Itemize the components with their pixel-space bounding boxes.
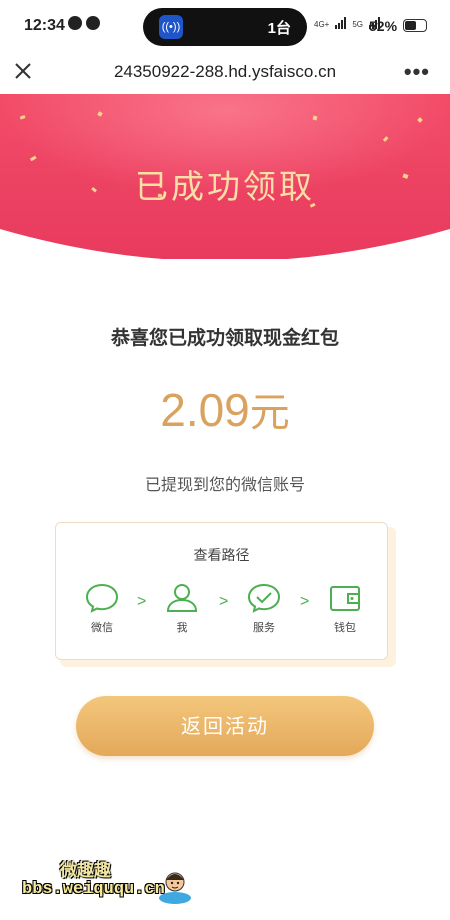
return-to-activity-button[interactable]: 返回活动 (76, 696, 374, 756)
step-me: 我 (156, 583, 208, 635)
signal-bars-1-icon (335, 17, 347, 29)
status-time: 12:34 (24, 17, 65, 34)
battery-icon (403, 19, 427, 32)
wechat-icon (68, 16, 82, 30)
withdrawn-note: 已提现到您的微信账号 (144, 475, 305, 494)
amount-unit: 元 (249, 390, 290, 436)
hero-banner: 已成功领取 (0, 94, 450, 259)
chevron-right-icon: > (137, 593, 147, 610)
path-card-title: 查看路径 (193, 548, 250, 564)
step-label: 微信 (91, 621, 113, 634)
mascot-icon (159, 872, 191, 904)
watermark-url: bbs.weiququ.cn (22, 880, 165, 899)
chat-bubble-icon (85, 583, 119, 613)
wallet-icon (330, 586, 360, 611)
nfc-icon: ((•)) (159, 15, 183, 39)
dynamic-island: ((•)) 1台 (143, 8, 307, 46)
red-packet-amount: 2.09元 (0, 380, 450, 438)
chevron-right-icon: > (219, 593, 229, 610)
weibo-icon (86, 16, 100, 30)
page-url: 24350922-288.hd.ysfaisco.cn (113, 62, 337, 81)
more-options-icon[interactable]: ••• (404, 59, 430, 85)
hero-title: 已成功领取 (135, 167, 315, 206)
watermark-title: 微趣趣 (60, 861, 111, 881)
status-bar: 12:34 ((•)) 1台 4G+ 5G 52% (0, 0, 450, 52)
battery-percent: 52% (369, 18, 398, 34)
step-wallet: 钱包 (319, 583, 371, 635)
congrats-message: 恭喜您已成功领取现金红包 (110, 327, 339, 349)
island-label: 1台 (267, 20, 291, 37)
network-type-1: 4G+ (314, 20, 330, 29)
step-services: 服务 (238, 583, 290, 635)
check-bubble-icon (247, 583, 281, 613)
step-label: 我 (176, 621, 188, 634)
chevron-right-icon: > (300, 593, 310, 610)
path-card: 查看路径 微信 > 我 > 服务 > 钱包 (55, 522, 388, 660)
status-app-icons (68, 16, 100, 30)
amount-value: 2.09 (160, 384, 250, 436)
step-label: 钱包 (334, 621, 356, 634)
network-type-2: 5G (352, 20, 364, 29)
browser-nav-bar: 24350922-288.hd.ysfaisco.cn ••• (0, 52, 450, 94)
step-wechat: 微信 (76, 583, 128, 635)
user-icon (166, 584, 198, 612)
step-label: 服务 (253, 621, 275, 634)
path-steps: 微信 > 我 > 服务 > 钱包 (56, 583, 389, 643)
